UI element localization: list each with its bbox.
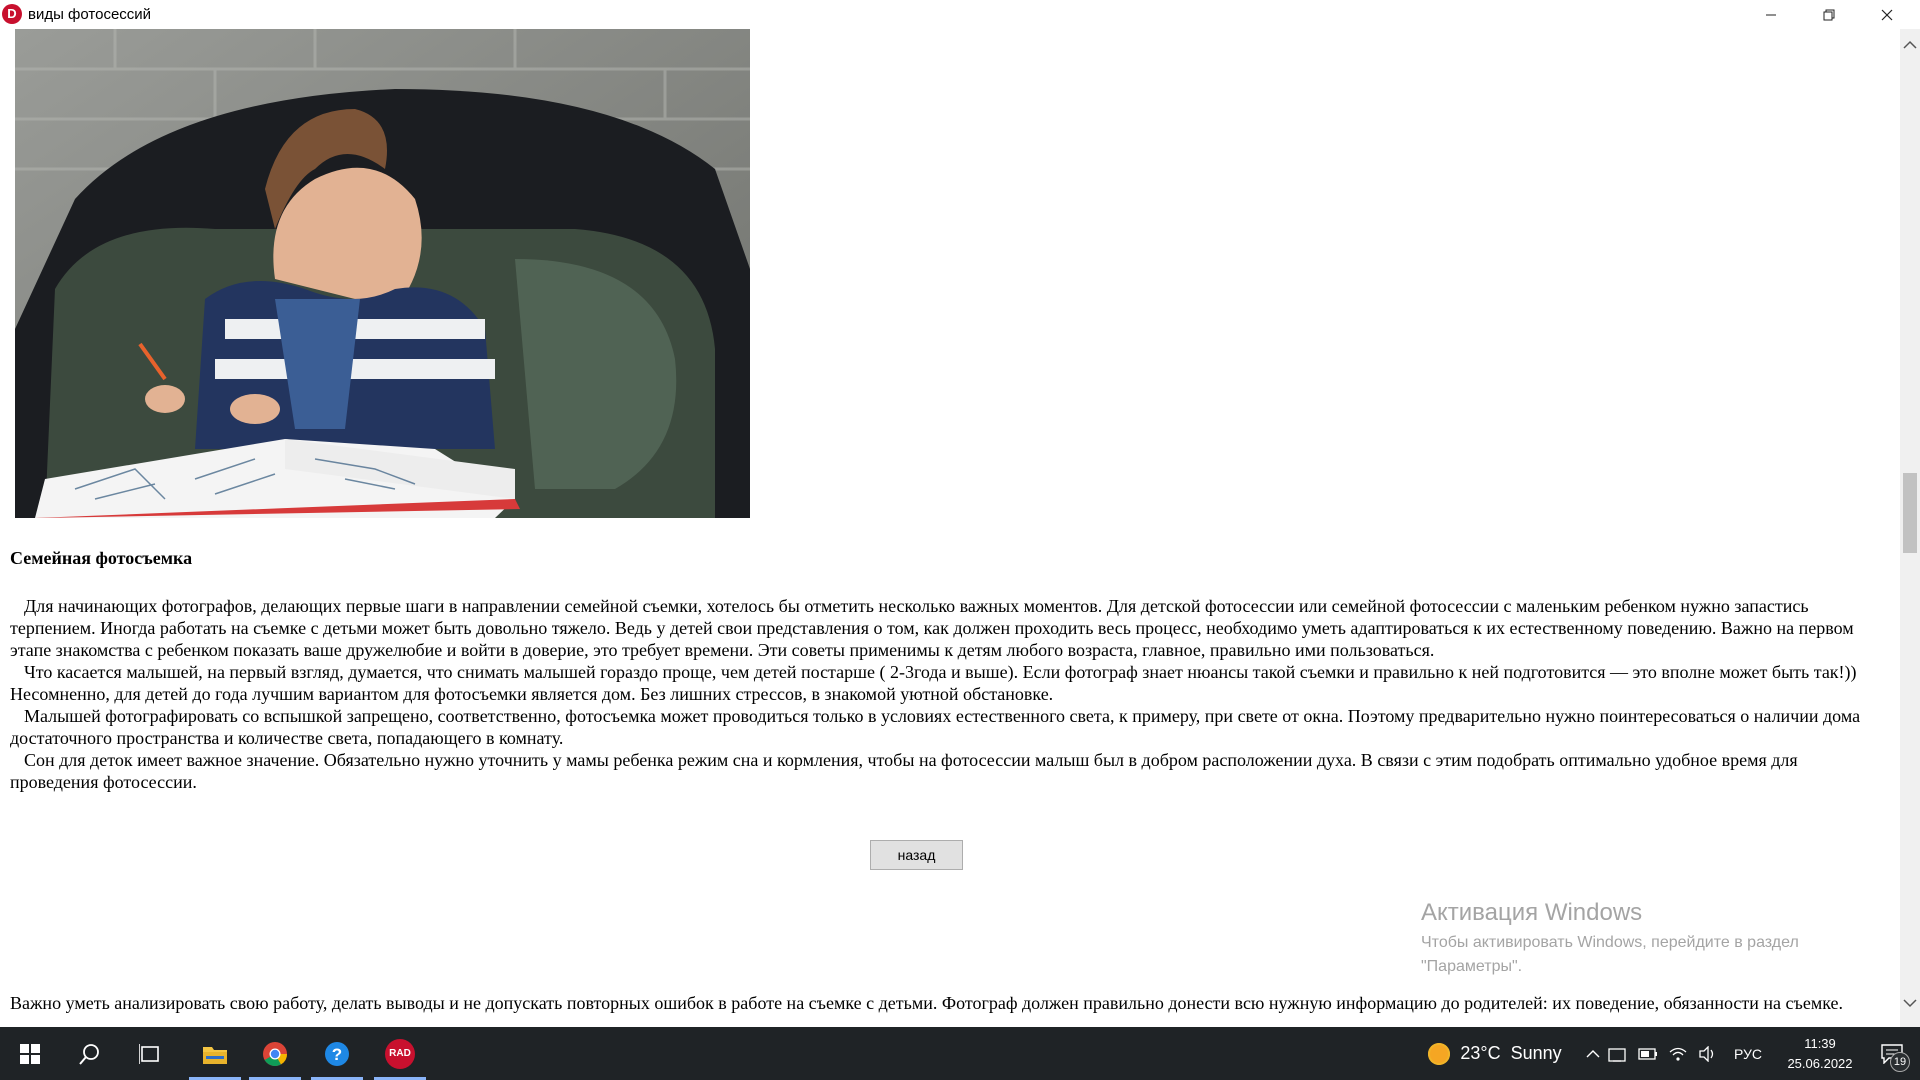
windows-activation-watermark: Активация Windows Чтобы активировать Win… (1421, 899, 1861, 979)
help-app-button[interactable]: ? (307, 1027, 367, 1080)
paragraph: Сон для деток имеет важное значение. Обя… (10, 750, 1798, 792)
back-button[interactable]: назад (870, 840, 963, 870)
photo-illustration (15, 29, 750, 518)
app-logo-icon: D (2, 4, 22, 24)
article-body: Для начинающих фотографов, делающих перв… (10, 595, 1890, 793)
minimize-button[interactable] (1742, 0, 1800, 29)
action-center-button[interactable]: 19 (1868, 1027, 1916, 1080)
window-title: виды фотосессий (28, 6, 152, 23)
restore-button[interactable] (1800, 0, 1858, 29)
scroll-down-button[interactable] (1900, 997, 1920, 1017)
section-title: Семейная фотосъемка (10, 548, 193, 568)
clock[interactable]: 11:39 25.06.2022 (1770, 1027, 1870, 1080)
paragraph: Для начинающих фотографов, делающих перв… (10, 596, 1854, 660)
volume-tray-button[interactable] (1693, 1027, 1723, 1080)
task-view-button[interactable] (120, 1027, 180, 1080)
title-bar: D виды фотосессий (0, 0, 1920, 29)
paragraph: Малышей фотографировать со вспышкой запр… (10, 706, 1861, 748)
vertical-scrollbar[interactable] (1900, 29, 1920, 1027)
battery-icon (1638, 1047, 1657, 1060)
activation-text: Чтобы активировать Windows, перейдите в … (1421, 934, 1799, 975)
bottom-paragraph: Важно уметь анализировать свою работу, д… (10, 993, 1843, 1013)
wifi-tray-button[interactable] (1663, 1027, 1693, 1080)
file-explorer-button[interactable] (185, 1027, 245, 1080)
search-icon (79, 1043, 99, 1065)
chevron-down-icon (1903, 999, 1917, 1008)
weather-temp: 23°C (1460, 1043, 1501, 1063)
speaker-icon (1699, 1045, 1714, 1062)
taskbar: ? RAD 23°C Sunny РУС 11:39 25.06.2022 19 (0, 1027, 1920, 1080)
scroll-up-button[interactable] (1900, 39, 1920, 59)
search-button[interactable] (60, 1027, 120, 1080)
windows-logo-icon (20, 1043, 40, 1064)
svg-text:?: ? (332, 1045, 342, 1064)
page-content: Семейная фотосъемка Для начинающих фотог… (0, 29, 1900, 1027)
help-icon: ? (325, 1041, 349, 1066)
rad-studio-button[interactable]: RAD (370, 1027, 430, 1080)
clock-time: 11:39 (1804, 1035, 1836, 1051)
folder-icon (203, 1046, 227, 1064)
scrollbar-thumb[interactable] (1903, 473, 1917, 553)
weather-condition: Sunny (1510, 1043, 1562, 1063)
activation-title: Активация Windows (1421, 899, 1643, 926)
close-button[interactable] (1858, 0, 1916, 29)
paragraph: Что касается малышей, на первый взгляд, … (10, 662, 1857, 704)
weather-widget[interactable]: 23°C Sunny (1415, 1027, 1575, 1080)
notification-count-badge: 19 (1890, 1052, 1910, 1072)
network-tray-button[interactable] (1603, 1027, 1633, 1080)
battery-tray-button[interactable] (1633, 1027, 1663, 1080)
network-icon (1608, 1047, 1626, 1062)
clock-date: 25.06.2022 (1787, 1055, 1853, 1071)
chevron-up-icon (1903, 40, 1917, 49)
task-view-icon (139, 1043, 159, 1064)
close-icon (1881, 9, 1893, 20)
rad-studio-icon: RAD (385, 1038, 415, 1069)
minimize-icon (1766, 14, 1776, 15)
start-button[interactable] (0, 1027, 60, 1080)
chrome-icon (263, 1041, 287, 1066)
boy-drawing-photo (15, 29, 750, 518)
sun-icon (1428, 1042, 1451, 1065)
language-indicator[interactable]: РУС (1730, 1027, 1766, 1080)
wifi-icon (1669, 1047, 1687, 1061)
chevron-up-icon (1586, 1049, 1600, 1057)
chrome-button[interactable] (245, 1027, 305, 1080)
restore-icon (1823, 9, 1835, 20)
